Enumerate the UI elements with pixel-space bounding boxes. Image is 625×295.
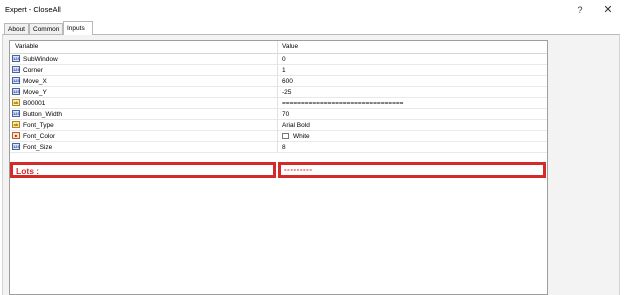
column-header-value[interactable]: Value [282,43,298,50]
title-bar: Expert - CloseAll ? ✕ [0,0,625,20]
variable-name: Button_Width [23,110,63,118]
window-title: Expert - CloseAll [5,5,61,14]
cell-divider [277,109,278,120]
grid-header: Variable Value [10,41,547,54]
variable-name: Move_X [23,77,47,85]
int-icon: 123 [12,110,20,117]
close-button[interactable]: ✕ [598,3,618,17]
variable-value[interactable]: -25 [282,89,291,96]
table-row[interactable]: ab Font_Type Arial Bold [10,120,547,131]
variable-value[interactable]: 600 [282,78,293,85]
lots-label: Lots : [16,166,40,176]
column-header-variable[interactable]: Variable [15,43,38,50]
variable-value[interactable]: ================================ [282,100,403,107]
cell-divider [277,76,278,87]
string-icon: ab [12,99,20,106]
cell-divider [277,98,278,109]
cell-divider [277,65,278,76]
int-icon: 123 [12,88,20,95]
lots-name-highlight[interactable]: Lots : [10,162,276,178]
variable-value[interactable]: 0 [282,56,286,63]
int-icon: 123 [12,77,20,84]
variable-value[interactable]: Arial Bold [282,122,310,129]
variable-name: Corner [23,66,43,74]
table-row[interactable]: ab B00001 ==============================… [10,98,547,109]
int-icon: 123 [12,66,20,73]
cell-divider [277,87,278,98]
cell-divider [277,54,278,65]
variable-name: SubWindow [23,55,58,63]
cell-divider [277,142,278,153]
lots-value-highlight[interactable]: --------- [278,162,546,178]
string-icon: ab [12,121,20,128]
lots-value[interactable]: --------- [284,165,312,174]
variable-name: Font_Type [23,121,54,129]
variable-name: B00001 [23,99,46,107]
int-icon: 123 [12,55,20,62]
cell-divider [277,131,278,142]
variable-value[interactable]: 1 [282,67,286,74]
table-row[interactable]: 123 Move_X 600 [10,76,547,87]
table-row[interactable]: 123 Font_Size 8 [10,142,547,153]
table-row[interactable]: ■ Font_Color White [10,131,547,142]
variable-name: Move_Y [23,88,47,96]
variable-value[interactable]: 8 [282,144,286,151]
variable-name: Font_Color [23,132,56,140]
color-icon: ■ [12,132,20,139]
table-row[interactable]: 123 SubWindow 0 [10,54,547,65]
variable-value[interactable]: White [293,133,310,140]
help-button[interactable]: ? [570,3,590,17]
column-divider[interactable] [277,41,278,53]
variable-value[interactable]: 70 [282,111,289,118]
color-swatch[interactable] [282,133,289,139]
table-row[interactable]: 123 Corner 1 [10,65,547,76]
table-row[interactable]: 123 Button_Width 70 [10,109,547,120]
int-icon: 123 [12,143,20,150]
table-row[interactable]: 123 Move_Y -25 [10,87,547,98]
variable-name: Font_Size [23,143,53,151]
cell-divider [277,120,278,131]
tab-inputs[interactable]: Inputs [63,21,93,35]
